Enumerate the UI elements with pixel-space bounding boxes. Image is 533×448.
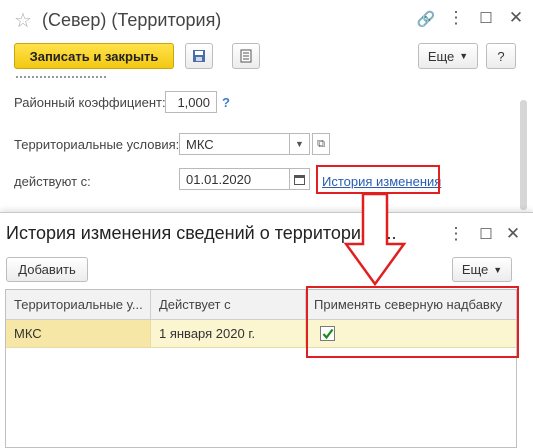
save-and-close-button[interactable]: Записать и закрыть — [14, 43, 174, 69]
save-button[interactable] — [185, 43, 213, 69]
help-icon[interactable]: ? — [222, 95, 230, 110]
more-vert-icon[interactable]: ⋮ — [446, 224, 466, 244]
link-icon[interactable]: 🔗 — [416, 10, 436, 28]
add-button[interactable]: Добавить — [6, 257, 88, 282]
maximize-icon[interactable]: ☐ — [476, 9, 496, 27]
more-button[interactable]: Еще ▼ — [418, 43, 478, 69]
terr-select[interactable]: МКС — [179, 133, 290, 155]
close-icon[interactable]: ✕ — [503, 224, 523, 244]
chevron-down-icon: ▼ — [459, 51, 469, 61]
calendar-button[interactable] — [290, 168, 310, 190]
date-label: действуют с: — [14, 174, 91, 189]
coef-label: Районный коэффициент: — [14, 95, 166, 110]
annotation-box-column — [306, 286, 519, 358]
table-cell-terr[interactable]: МКС — [6, 320, 151, 348]
dialog-more-button[interactable]: Еще ▼ — [452, 257, 512, 282]
calendar-icon — [294, 174, 305, 185]
document-icon — [240, 49, 252, 63]
floppy-icon — [193, 50, 205, 62]
terr-label: Территориальные условия: — [14, 137, 180, 152]
terr-open-button[interactable]: ⧉ — [312, 133, 330, 155]
help-button[interactable]: ? — [486, 43, 516, 69]
close-icon[interactable]: ✕ — [506, 8, 526, 28]
clipped-row — [16, 76, 106, 81]
date-input[interactable]: 01.01.2020 — [179, 168, 290, 190]
annotation-box-link — [316, 165, 440, 194]
open-window-icon: ⧉ — [317, 137, 325, 150]
star-icon[interactable]: ☆ — [14, 8, 32, 33]
report-button[interactable] — [232, 43, 260, 69]
column-header-terr[interactable]: Территориальные у... — [6, 290, 151, 320]
scrollbar[interactable] — [520, 100, 527, 210]
coef-input[interactable]: 1,000 — [165, 91, 217, 113]
dialog-title: История изменения сведений о территориал… — [6, 223, 397, 243]
terr-dropdown-button[interactable]: ▼ — [290, 133, 310, 155]
maximize-icon[interactable]: ☐ — [476, 225, 496, 243]
annotation-arrow — [343, 192, 407, 287]
more-label: Еще — [427, 48, 455, 64]
more-label: Еще — [461, 262, 489, 277]
more-vert-icon[interactable]: ⋮ — [446, 8, 466, 28]
window-title: (Север) (Территория) — [42, 10, 222, 30]
chevron-down-icon: ▼ — [493, 264, 503, 275]
column-header-date[interactable]: Действует с — [151, 290, 306, 320]
chevron-down-icon: ▼ — [295, 139, 304, 149]
table-cell-date[interactable]: 1 января 2020 г. — [151, 320, 306, 348]
